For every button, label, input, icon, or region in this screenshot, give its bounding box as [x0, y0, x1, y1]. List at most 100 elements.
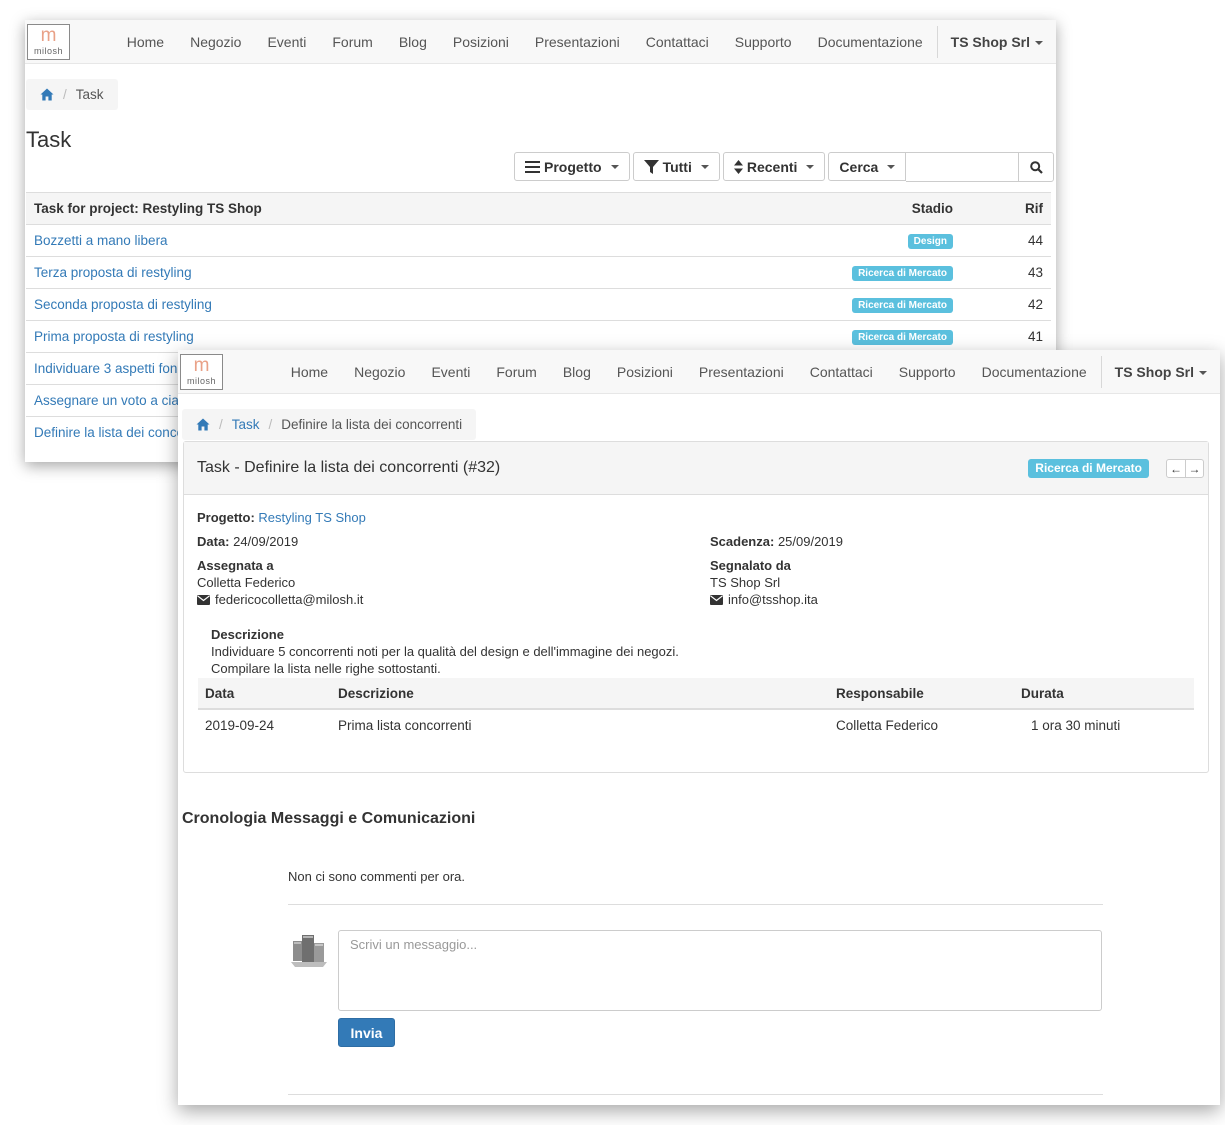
search-group: Cerca	[828, 152, 1055, 182]
user-menu[interactable]: TS Shop Srl	[938, 20, 1056, 64]
table-row: 2019-09-24 Prima lista concorrenti Colle…	[198, 709, 1194, 740]
stage-badge: Ricerca di Mercato	[852, 266, 953, 281]
task-panel-header: Task - Definire la lista dei concorrenti…	[184, 442, 1208, 495]
nav-presentazioni[interactable]: Presentazioni	[522, 20, 633, 64]
search-field-dropdown[interactable]: Cerca	[828, 152, 907, 181]
filter-icon	[643, 159, 659, 174]
caret-down-icon	[887, 164, 896, 169]
nav-blog[interactable]: Blog	[386, 20, 440, 64]
project-dropdown-label: Progetto	[544, 158, 602, 175]
nav-supporto[interactable]: Supporto	[886, 350, 969, 394]
date-value: 24/09/2019	[233, 534, 299, 549]
assignee-name: Colletta Federico	[197, 575, 296, 590]
date-field: Data: 24/09/2019	[197, 533, 298, 550]
nav-home[interactable]: Home	[278, 350, 341, 394]
task-title: Task - Definire la lista dei concorrenti…	[197, 459, 501, 476]
nav-supporto[interactable]: Supporto	[722, 20, 805, 64]
breadcrumb-task-link[interactable]: Task	[232, 417, 260, 432]
description-label: Descrizione	[211, 627, 284, 642]
milosh-logo[interactable]: m milosh	[180, 354, 223, 390]
entry-description: Prima lista concorrenti	[338, 717, 472, 733]
filter-dropdown[interactable]: Tutti	[632, 152, 720, 181]
sort-dropdown[interactable]: Recenti	[722, 152, 826, 181]
task-ref: 41	[961, 320, 1051, 353]
task-link[interactable]: Terza proposta di restyling	[34, 265, 192, 280]
breadcrumb-separator: /	[268, 417, 273, 432]
previous-arrow-icon[interactable]: ←	[1167, 460, 1185, 477]
nav-posizioni[interactable]: Posizioni	[604, 350, 686, 394]
column-header-owner: Responsabile	[829, 678, 1014, 710]
home-icon[interactable]	[40, 88, 54, 101]
task-detail-window: m milosh Home Negozio Eventi Forum Blog …	[178, 350, 1220, 1105]
search-button[interactable]	[1018, 152, 1055, 182]
description-line: Compilare la lista nelle righe sottostan…	[211, 661, 441, 676]
nav-forum[interactable]: Forum	[319, 20, 385, 64]
send-button[interactable]: Invia	[338, 1018, 395, 1047]
task-link[interactable]: Prima proposta di restyling	[34, 329, 194, 344]
stage-badge: Ricerca di Mercato	[1028, 459, 1149, 478]
filter-dropdown-label: Tutti	[662, 158, 692, 175]
table-row: Prima proposta di restyling Ricerca di M…	[26, 320, 1051, 353]
task-panel: Task - Definire la lista dei concorrenti…	[183, 441, 1209, 773]
column-header-ref: Rif	[961, 192, 1051, 225]
top-navbar: m milosh Home Negozio Eventi Forum Blog …	[25, 20, 1056, 64]
breadcrumb-current: Task	[75, 87, 104, 102]
description-line: Individuare 5 concorrenti noti per la qu…	[211, 644, 679, 659]
caret-down-icon	[1035, 41, 1043, 46]
breadcrumb: / Task / Definire la lista dei concorren…	[182, 409, 477, 440]
envelope-icon	[197, 595, 210, 605]
entry-date: 2019-09-24	[205, 717, 275, 733]
message-input[interactable]	[338, 930, 1102, 1011]
breadcrumb-separator: /	[63, 87, 67, 102]
next-arrow-icon[interactable]: →	[1185, 460, 1203, 477]
home-icon[interactable]	[196, 418, 210, 431]
task-link[interactable]: Bozzetti a mano libera	[34, 233, 168, 248]
caret-down-icon	[1199, 371, 1207, 376]
stage-badge: Design	[907, 234, 953, 249]
sort-dropdown-label: Recenti	[746, 158, 798, 175]
work-entries-table: Data Descrizione Responsabile Durata 201…	[198, 678, 1194, 740]
nav-forum[interactable]: Forum	[483, 350, 549, 394]
breadcrumb-separator: /	[219, 417, 223, 432]
project-dropdown[interactable]: Progetto	[514, 152, 630, 181]
nav-eventi[interactable]: Eventi	[418, 350, 483, 394]
search-field-label: Cerca	[839, 158, 879, 175]
nav-negozio[interactable]: Negozio	[177, 20, 254, 64]
logo-mark: m	[40, 25, 57, 46]
nav-eventi[interactable]: Eventi	[254, 20, 319, 64]
nav-negozio[interactable]: Negozio	[341, 350, 418, 394]
search-input[interactable]	[906, 152, 1019, 182]
nav-documentazione[interactable]: Documentazione	[969, 350, 1100, 394]
project-link[interactable]: Restyling TS Shop	[258, 510, 365, 525]
nav-home[interactable]: Home	[114, 20, 177, 64]
column-header-stage: Stadio	[657, 192, 961, 225]
task-link[interactable]: Seconda proposta di restyling	[34, 297, 212, 312]
envelope-icon	[710, 595, 723, 605]
nav-documentazione[interactable]: Documentazione	[805, 20, 936, 64]
deadline-value: 25/09/2019	[777, 534, 844, 549]
nav-blog[interactable]: Blog	[550, 350, 604, 394]
logo-mark: m	[193, 355, 210, 376]
nav-contattaci[interactable]: Contattaci	[633, 20, 722, 64]
column-header-date: Data	[198, 678, 331, 710]
reporter-name: TS Shop Srl	[710, 575, 781, 590]
assignee-block: Assegnata a Colletta Federico federicoco…	[197, 557, 363, 608]
task-ref: 44	[961, 224, 1051, 257]
user-name: TS Shop Srl	[950, 34, 1030, 50]
milosh-logo[interactable]: m milosh	[27, 24, 70, 60]
stage-badge: Ricerca di Mercato	[852, 298, 953, 313]
reporter-label: Segnalato da	[710, 558, 791, 573]
breadcrumb-current: Definire la lista dei concorrenti	[281, 417, 463, 432]
column-header-description: Descrizione	[331, 678, 829, 710]
reporter-block: Segnalato da TS Shop Srl info@tsshop.ita	[710, 557, 818, 608]
user-menu[interactable]: TS Shop Srl	[1102, 350, 1220, 394]
logo-text: milosh	[186, 376, 216, 386]
caret-down-icon	[700, 164, 709, 169]
user-name: TS Shop Srl	[1114, 364, 1194, 380]
messages-title: Cronologia Messaggi e Comunicazioni	[182, 810, 476, 827]
nav-presentazioni[interactable]: Presentazioni	[686, 350, 797, 394]
nav-contattaci[interactable]: Contattaci	[797, 350, 886, 394]
assignee-email: federicocolletta@milosh.it	[215, 592, 364, 607]
nav-posizioni[interactable]: Posizioni	[440, 20, 522, 64]
entry-duration: 1 ora 30 minuti	[1031, 717, 1121, 733]
